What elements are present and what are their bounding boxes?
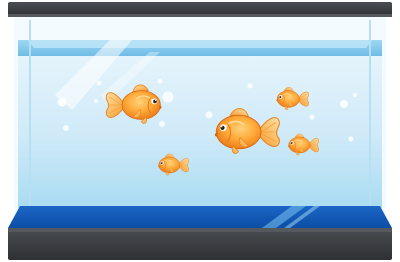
bubble-icon xyxy=(340,100,348,108)
bubble-icon xyxy=(94,99,98,103)
bubble-icon xyxy=(348,136,354,142)
bubble-icon xyxy=(57,97,67,107)
top-frame-edge xyxy=(8,14,392,17)
bubble-icon xyxy=(162,91,174,103)
bottom-frame xyxy=(8,228,392,260)
bubble-icon xyxy=(309,114,315,120)
bubble-icon xyxy=(63,125,69,131)
top-frame xyxy=(8,2,392,16)
water-surface-highlight xyxy=(28,40,372,48)
aquarium-illustration xyxy=(8,2,392,260)
aquarium-scene xyxy=(0,0,400,262)
gravel xyxy=(8,206,392,228)
bottom-frame-edge xyxy=(8,228,392,232)
water xyxy=(18,48,382,208)
bubble-icon xyxy=(96,80,102,86)
bubble-icon xyxy=(353,93,357,97)
bubble-icon xyxy=(157,78,163,84)
bubble-icon xyxy=(247,83,253,89)
bubble-icon xyxy=(205,111,213,119)
bubble-icon xyxy=(159,121,165,127)
